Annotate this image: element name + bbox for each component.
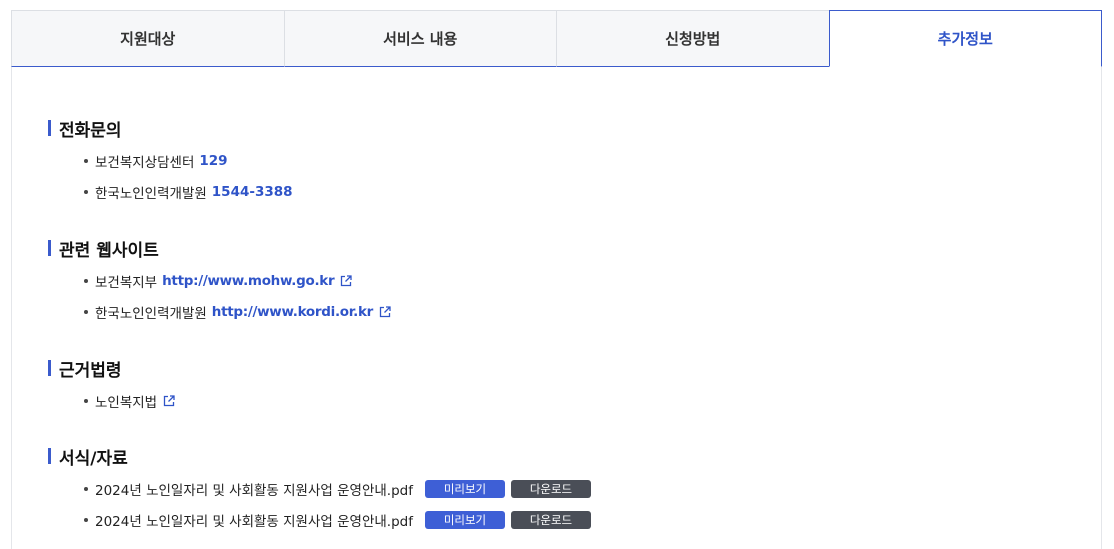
download-button[interactable]: 다운로드 — [510, 510, 591, 529]
contact-name: 보건복지상담센터 — [95, 154, 195, 171]
section-title: 근거법령 — [48, 357, 175, 381]
tab-bar: 지원대상 서비스 내용 신청방법 추가정보 — [11, 10, 1102, 67]
bullet-icon — [84, 309, 88, 314]
bullet-icon — [84, 486, 88, 491]
tab-panel: 전화문의 보건복지상담센터 129 한국노인인력개발원 1544-3388 관련… — [11, 67, 1102, 549]
preview-button[interactable]: 미리보기 — [424, 479, 505, 498]
bullet-icon — [84, 398, 88, 403]
website-link[interactable]: http://www.mohw.go.kr — [162, 273, 335, 289]
bullet-icon — [84, 278, 88, 283]
list-item: 2024년 노인일자리 및 사회활동 지원사업 운영안내.pdf 미리보기 다운… — [84, 504, 591, 535]
tab-service-content[interactable]: 서비스 내용 — [283, 10, 556, 67]
tab-application-method[interactable]: 신청방법 — [556, 10, 829, 67]
external-link-icon[interactable] — [163, 394, 175, 407]
phone-number[interactable]: 1544-3388 — [212, 184, 293, 200]
section-websites: 관련 웹사이트 보건복지부 http://www.mohw.go.kr 한국노인… — [48, 237, 391, 327]
section-title-text: 서식/자료 — [59, 448, 128, 469]
section-title-text: 근거법령 — [59, 360, 122, 381]
section-title: 서식/자료 — [48, 445, 591, 469]
preview-button[interactable]: 미리보기 — [424, 510, 505, 529]
external-link-icon[interactable] — [379, 305, 391, 318]
title-bar — [48, 240, 51, 256]
law-name: 노인복지법 — [95, 394, 158, 411]
title-bar — [48, 120, 51, 136]
title-bar — [48, 360, 51, 376]
tab-additional-info[interactable]: 추가정보 — [828, 10, 1102, 67]
tab-eligibility[interactable]: 지원대상 — [11, 10, 284, 67]
title-bar — [48, 448, 51, 464]
phone-number[interactable]: 129 — [199, 153, 227, 169]
list-item: 2024년 노인일자리 및 사회활동 지원사업 운영안내.pdf 미리보기 다운… — [84, 473, 591, 504]
section-laws: 근거법령 노인복지법 — [48, 357, 175, 416]
site-name: 한국노인인력개발원 — [95, 305, 207, 322]
site-name: 보건복지부 — [95, 274, 158, 291]
website-link[interactable]: http://www.kordi.or.kr — [212, 304, 374, 320]
bullet-icon — [84, 517, 88, 522]
list-item: 보건복지부 http://www.mohw.go.kr — [84, 265, 391, 296]
section-title-text: 관련 웹사이트 — [59, 240, 159, 261]
section-title-text: 전화문의 — [59, 120, 122, 141]
file-name: 2024년 노인일자리 및 사회활동 지원사업 운영안내.pdf — [95, 482, 413, 499]
section-title: 관련 웹사이트 — [48, 237, 391, 261]
list-item: 노인복지법 — [84, 385, 175, 416]
section-forms: 서식/자료 2024년 노인일자리 및 사회활동 지원사업 운영안내.pdf 미… — [48, 445, 591, 535]
section-phone: 전화문의 보건복지상담센터 129 한국노인인력개발원 1544-3388 — [48, 117, 293, 207]
bullet-icon — [84, 158, 88, 163]
list-item: 보건복지상담센터 129 — [84, 145, 293, 176]
list-item: 한국노인인력개발원 1544-3388 — [84, 176, 293, 207]
list-item: 한국노인인력개발원 http://www.kordi.or.kr — [84, 296, 391, 327]
section-title: 전화문의 — [48, 117, 293, 141]
file-name: 2024년 노인일자리 및 사회활동 지원사업 운영안내.pdf — [95, 513, 413, 530]
contact-name: 한국노인인력개발원 — [95, 185, 207, 202]
bullet-icon — [84, 189, 88, 194]
external-link-icon[interactable] — [340, 274, 352, 287]
download-button[interactable]: 다운로드 — [510, 479, 591, 498]
